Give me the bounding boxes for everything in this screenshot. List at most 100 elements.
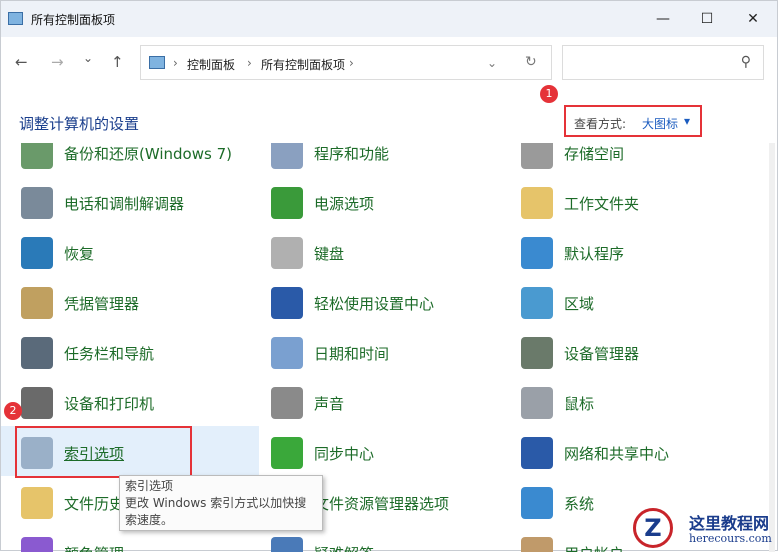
item-label[interactable]: 恢复 — [64, 243, 94, 264]
item-label[interactable]: 设备和打印机 — [64, 393, 154, 414]
watermark-name: 这里教程网 — [689, 514, 770, 533]
control-panel-item[interactable]: 存储空间 — [521, 143, 761, 177]
control-panel-item[interactable]: 同步中心 — [271, 429, 511, 477]
item-label[interactable]: 文件资源管理器选项 — [314, 493, 449, 514]
recent-locations-button[interactable]: ⌄ — [83, 51, 93, 65]
control-panel-item[interactable]: 凭据管理器 — [21, 279, 261, 327]
control-panel-item[interactable]: 鼠标 — [521, 379, 761, 427]
item-icon — [21, 537, 53, 552]
close-button[interactable]: ✕ — [733, 7, 773, 31]
item-icon — [271, 237, 303, 269]
tooltip-text: 更改 Windows 索引方式以加快搜索速度。 — [125, 496, 307, 527]
view-by-selector[interactable]: 查看方式: 大图标 ▾ — [564, 105, 702, 137]
page-heading: 调整计算机的设置 — [19, 115, 140, 133]
item-label[interactable]: 默认程序 — [564, 243, 624, 264]
back-button[interactable]: ← — [15, 53, 28, 71]
item-label[interactable]: 系统 — [564, 493, 594, 514]
control-panel-icon — [8, 12, 23, 25]
items-grid: 备份和还原(Windows 7) 程序和功能 存储空间电话和调制解调器 电源选项 工作文… — [1, 143, 767, 552]
title-bar: 所有控制面板项 — ☐ ✕ — [1, 1, 777, 37]
item-icon — [521, 287, 553, 319]
control-panel-item[interactable]: 日期和时间 — [271, 329, 511, 377]
chevron-right-icon: › — [247, 56, 252, 70]
highlight-box — [15, 426, 192, 478]
item-icon — [21, 487, 53, 519]
item-label[interactable]: 网络和共享中心 — [564, 443, 669, 464]
item-label[interactable]: 声音 — [314, 393, 344, 414]
control-panel-item[interactable]: 电源选项 — [271, 179, 511, 227]
item-icon — [271, 287, 303, 319]
step-badge-2: 2 — [4, 402, 22, 420]
control-panel-item[interactable]: 疑难解答 — [271, 529, 511, 552]
item-icon — [21, 287, 53, 319]
item-icon — [521, 187, 553, 219]
control-panel-item[interactable]: 轻松使用设置中心 — [271, 279, 511, 327]
forward-button[interactable]: → — [51, 53, 64, 71]
breadcrumb-control-panel[interactable]: 控制面板 — [187, 56, 235, 73]
item-label[interactable]: 同步中心 — [314, 443, 374, 464]
item-label[interactable]: 鼠标 — [564, 393, 594, 414]
address-bar[interactable]: › 控制面板 › 所有控制面板项 › ⌄ ↻ — [140, 45, 552, 80]
search-input[interactable]: ⚲ — [562, 45, 764, 80]
watermark-logo: Z — [633, 508, 673, 548]
address-dropdown-button[interactable]: ⌄ — [487, 56, 497, 70]
view-by-label: 查看方式: — [574, 117, 627, 131]
control-panel-item[interactable]: 备份和还原(Windows 7) — [21, 143, 261, 177]
item-label[interactable]: 区域 — [564, 293, 594, 314]
item-icon — [521, 487, 553, 519]
item-label[interactable]: 键盘 — [314, 243, 344, 264]
item-icon — [271, 187, 303, 219]
control-panel-icon — [149, 56, 165, 69]
control-panel-item[interactable]: 声音 — [271, 379, 511, 427]
control-panel-item[interactable]: 恢复 — [21, 229, 261, 277]
control-panel-item[interactable]: 网络和共享中心 — [521, 429, 761, 477]
item-label[interactable]: 存储空间 — [564, 143, 624, 164]
item-label[interactable]: 电源选项 — [314, 193, 374, 214]
item-icon — [21, 337, 53, 369]
item-label[interactable]: 日期和时间 — [314, 343, 389, 364]
item-icon — [521, 143, 553, 169]
control-panel-item[interactable]: 默认程序 — [521, 229, 761, 277]
scrollbar[interactable] — [769, 143, 775, 552]
watermark: Z 这里教程网 herecours.com — [629, 506, 778, 552]
item-icon — [271, 387, 303, 419]
item-label[interactable]: 设备管理器 — [564, 343, 639, 364]
maximize-button[interactable]: ☐ — [687, 7, 727, 31]
control-panel-item[interactable]: 电话和调制解调器 — [21, 179, 261, 227]
item-icon — [521, 387, 553, 419]
item-icon — [521, 437, 553, 469]
breadcrumb-all-items[interactable]: 所有控制面板项 — [261, 56, 345, 73]
item-label[interactable]: 轻松使用设置中心 — [314, 293, 434, 314]
control-panel-item[interactable]: 任务栏和导航 — [21, 329, 261, 377]
control-panel-item[interactable]: 工作文件夹 — [521, 179, 761, 227]
minimize-button[interactable]: — — [643, 7, 683, 31]
chevron-right-icon: › — [173, 56, 178, 70]
control-panel-item[interactable]: 设备和打印机 — [21, 379, 261, 427]
window-title: 所有控制面板项 — [31, 13, 116, 27]
dropdown-arrow-icon: ▾ — [684, 114, 691, 128]
item-label[interactable]: 程序和功能 — [314, 143, 389, 164]
control-panel-window: 所有控制面板项 — ☐ ✕ ← → ⌄ ↑ › 控制面板 › 所有控制面板项 ›… — [0, 0, 778, 552]
item-label[interactable]: 任务栏和导航 — [64, 343, 154, 364]
item-label[interactable]: 备份和还原(Windows 7) — [64, 143, 232, 164]
item-label[interactable]: 电话和调制解调器 — [64, 193, 184, 214]
chevron-right-icon: › — [349, 56, 354, 70]
item-icon — [521, 337, 553, 369]
step-badge-1: 1 — [540, 85, 558, 103]
item-icon — [271, 143, 303, 169]
control-panel-item[interactable]: 颜色管理 — [21, 529, 261, 552]
refresh-button[interactable]: ↻ — [525, 54, 537, 70]
up-button[interactable]: ↑ — [111, 53, 124, 71]
item-icon — [21, 187, 53, 219]
search-icon: ⚲ — [740, 54, 751, 70]
item-label[interactable]: 凭据管理器 — [64, 293, 139, 314]
control-panel-item[interactable]: 设备管理器 — [521, 329, 761, 377]
item-label[interactable]: 工作文件夹 — [564, 193, 639, 214]
control-panel-item[interactable]: 区域 — [521, 279, 761, 327]
control-panel-item[interactable]: 键盘 — [271, 229, 511, 277]
control-panel-item[interactable]: 程序和功能 — [271, 143, 511, 177]
view-by-value[interactable]: 大图标 — [642, 115, 678, 132]
watermark-url: herecours.com — [689, 532, 772, 545]
item-icon — [271, 437, 303, 469]
tooltip-title: 索引选项 — [125, 479, 174, 493]
